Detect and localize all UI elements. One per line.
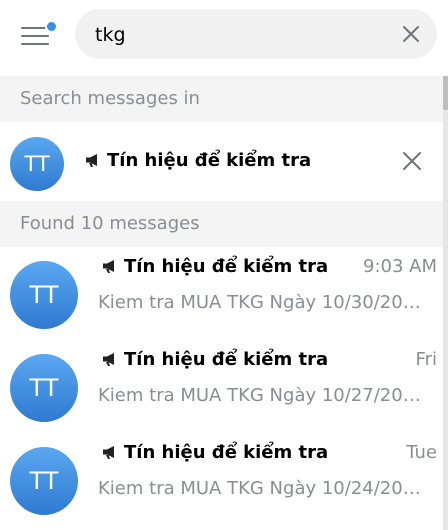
megaphone-icon (103, 353, 114, 366)
message-preview: Kiem tra MUA TKG Ngày 10/24/2023... (98, 478, 428, 499)
avatar: TT (10, 137, 64, 191)
close-icon (403, 26, 419, 42)
avatar: TT (10, 447, 78, 515)
message-title-text: Tín hiệu để kiểm tra (124, 349, 329, 370)
message-title: Tín hiệu để kiểm tra (101, 256, 328, 277)
avatar: TT (10, 261, 78, 329)
menu-button[interactable] (14, 16, 58, 52)
message-title: Tín hiệu để kiểm tra (101, 349, 328, 370)
message-preview: Kiem tra MUA TKG Ngày 10/30/2023... (98, 292, 428, 313)
close-icon (403, 152, 421, 170)
scrollbar-thumb[interactable] (443, 76, 448, 110)
megaphone-icon (86, 154, 97, 167)
message-time: 9:03 AM (363, 256, 437, 277)
megaphone-icon (103, 260, 114, 273)
chat-filter-title: Tín hiệu để kiểm tra (84, 150, 311, 171)
search-input[interactable] (93, 19, 387, 51)
section-header-found: Found 10 messages (0, 201, 443, 247)
message-title-text: Tín hiệu để kiểm tra (124, 256, 329, 277)
top-bar (0, 0, 448, 76)
message-result[interactable]: TT Tín hiệu để kiểm tra 9:03 AM Kiem tra… (0, 250, 443, 343)
remove-chat-filter-button[interactable] (401, 150, 423, 172)
avatar: TT (10, 354, 78, 422)
message-title: Tín hiệu để kiểm tra (101, 442, 328, 463)
message-title-text: Tín hiệu để kiểm tra (124, 442, 329, 463)
message-result[interactable]: TT Tín hiệu để kiểm tra Fri Kiem tra MUA… (0, 343, 443, 436)
clear-search-button[interactable] (399, 22, 423, 46)
chat-filter-title-text: Tín hiệu để kiểm tra (107, 150, 312, 171)
section-header-search-in: Search messages in (0, 76, 443, 122)
scrollbar[interactable] (443, 76, 448, 530)
megaphone-icon (103, 446, 114, 459)
message-preview: Kiem tra MUA TKG Ngày 10/27/2023... (98, 385, 428, 406)
notification-dot (45, 20, 58, 33)
search-chat-filter[interactable]: TT Tín hiệu để kiểm tra (0, 123, 443, 200)
message-time: Tue (406, 442, 437, 463)
search-box[interactable] (75, 9, 437, 59)
message-result[interactable]: TT Tín hiệu để kiểm tra Tue Kiem tra MUA… (0, 436, 443, 529)
message-time: Fri (415, 349, 437, 370)
